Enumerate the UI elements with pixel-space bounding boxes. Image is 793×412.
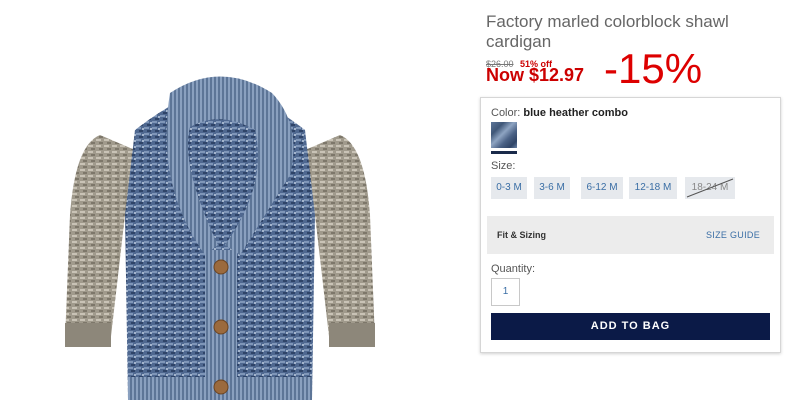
size-button-unavailable: 18-24 M xyxy=(685,177,735,199)
color-label: Color: xyxy=(491,107,521,119)
left-sleeve xyxy=(65,135,135,345)
right-sleeve xyxy=(305,135,375,345)
now-price: Now $12.97 xyxy=(486,65,585,85)
button xyxy=(213,379,229,395)
size-button[interactable]: 3-6 M xyxy=(534,177,570,199)
size-guide-link[interactable]: SIZE GUIDE xyxy=(706,230,760,240)
size-button[interactable]: 12-18 M xyxy=(629,177,677,199)
button xyxy=(213,259,229,275)
add-to-bag-button[interactable]: ADD TO BAG xyxy=(491,313,770,340)
unavailable-strike-icon xyxy=(686,178,734,198)
purchase-panel: Color: blue heather combo Size: 0-3 M 3-… xyxy=(480,97,781,353)
color-row: Color: blue heather combo xyxy=(491,107,628,119)
size-button[interactable]: 6-12 M xyxy=(581,177,623,199)
fit-sizing-bar: Fit & Sizing SIZE GUIDE xyxy=(487,216,774,254)
size-button[interactable]: 0-3 M xyxy=(491,177,527,199)
size-label: Size: xyxy=(491,160,516,172)
color-value: blue heather combo xyxy=(523,107,628,119)
quantity-input[interactable]: 1 xyxy=(491,278,520,306)
discount-badge: -15% xyxy=(604,45,703,92)
fit-sizing-label: Fit & Sizing xyxy=(497,230,546,240)
button xyxy=(213,319,229,335)
color-swatch[interactable] xyxy=(491,122,517,148)
swatch-selected-indicator xyxy=(491,151,517,154)
quantity-label: Quantity: xyxy=(491,263,536,275)
product-image xyxy=(65,76,375,400)
